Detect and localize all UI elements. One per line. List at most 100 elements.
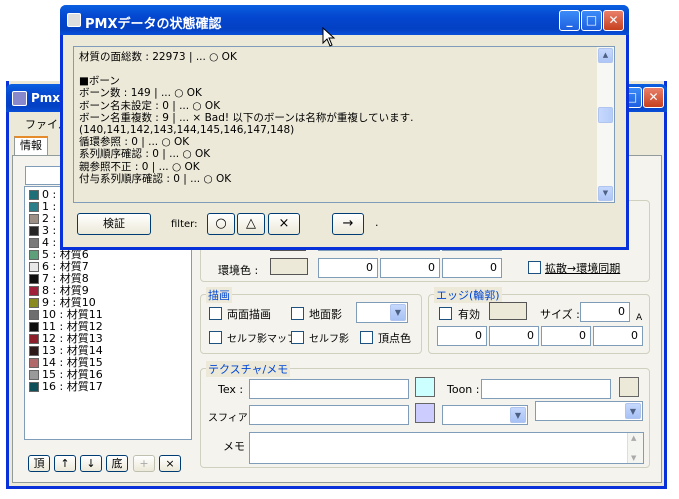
tex-input[interactable] [249,379,409,399]
sphere-color-button[interactable] [415,403,435,423]
ground-shadow-label: 地面影 [309,308,342,321]
env-b-value: 0 [490,261,497,274]
material-color-swatch [29,370,39,380]
log-line: 付与系列順序確認 : 0 | ... ○ OK [79,172,232,185]
scroll-thumb[interactable] [598,107,613,123]
self-shadow-checkbox[interactable] [291,331,304,344]
dialog-close-button[interactable]: ✕ [603,10,624,31]
chevron-down-icon: ▼ [510,407,526,423]
filter-ok-button[interactable]: ○ [207,213,235,235]
edge-enable-checkbox[interactable] [439,307,452,320]
self-shadow-map-checkbox[interactable] [209,331,222,344]
sphere-input[interactable] [249,405,409,425]
memo-label: メモ : [223,440,253,453]
filter-label: filter: [171,219,198,230]
draw-group-title: 描画 [206,287,232,303]
scroll-up-icon[interactable]: ▲ [598,48,613,63]
toon-mode-combo[interactable]: ▼ [535,401,643,421]
edge-b-value: 0 [579,329,586,342]
diffuse-sync-checkbox[interactable] [528,261,541,274]
filter-bad-label: × [278,216,290,231]
material-color-swatch [29,358,39,368]
log-line: 親参照不正 : 0 | ... ○ OK [79,160,200,173]
move-down-label: ↓ [86,457,96,470]
material-color-swatch [29,310,39,320]
log-line: (140,141,142,143,144,145,146,147,148) [79,124,295,137]
self-shadow-label: セルフ影 [309,334,349,345]
dialog-app-icon [67,13,81,27]
memo-scrollbar[interactable]: ▲ ▼ [627,433,643,463]
filter-warn-label: △ [246,216,256,231]
dialog-maximize-button[interactable]: □ [581,10,602,31]
env-g-field[interactable]: 0 [380,258,440,278]
scroll-down-icon[interactable]: ▼ [631,454,636,462]
scroll-down-icon[interactable]: ▼ [598,186,613,201]
move-up-button[interactable]: ↑ [54,455,76,472]
log-line: ■ボーン [79,75,120,88]
check-log-textarea[interactable]: 材質の面総数 : 22973 | ... ○ OK ■ボーン ボーン数 : 149 … [73,46,615,203]
filter-bad-button[interactable]: × [268,213,300,235]
mouse-cursor-icon [322,27,336,47]
main-close-button[interactable]: ✕ [643,87,664,108]
ground-shadow-checkbox[interactable] [291,307,304,320]
material-color-swatch [29,382,39,392]
log-line: 循環参照 : 0 | ... ○ OK [79,136,190,149]
edge-size-field[interactable]: 0 [580,302,630,322]
material-color-swatch [29,214,39,224]
log-line: 系列順序確認 : 0 | ... ○ OK [79,148,211,161]
vertex-color-label: 頂点色 [378,332,411,345]
material-color-swatch [29,262,39,272]
scroll-up-icon[interactable]: ▲ [631,434,636,442]
jump-arrow-label: → [342,216,354,231]
ground-shadow-combo[interactable]: ▼ [356,302,408,323]
log-scrollbar[interactable]: ▲ ▼ [597,47,614,202]
edge-b-field[interactable]: 0 [541,326,591,346]
jump-arrow-button[interactable]: → [332,213,364,235]
edge-color-swatch[interactable] [489,302,527,320]
material-color-swatch [29,226,39,236]
dialog-minimize-button[interactable]: _ [559,10,580,31]
edge-g-field[interactable]: 0 [489,326,539,346]
material-color-swatch [29,238,39,248]
move-up-label: ↑ [60,457,70,470]
tex-color-button[interactable] [415,377,435,397]
edge-r-value: 0 [475,329,482,342]
memo-textarea[interactable]: ▲ ▼ [249,432,644,464]
edge-size-label: サイズ : [540,308,580,321]
edge-g-value: 0 [527,329,534,342]
sphere-label: スフィア : [208,413,255,424]
diffuse-sync-label: 拡散→環境同期 [545,262,621,275]
material-color-swatch [29,190,39,200]
move-down-button[interactable]: ↓ [80,455,102,472]
toon-label: Toon : [447,383,480,396]
verify-button[interactable]: 検証 [77,213,151,235]
filter-warn-button[interactable]: △ [237,213,265,235]
check-dialog-titlebar[interactable]: PMXデータの状態確認 _ □ ✕ [60,5,629,35]
env-color-label: 環境色 : [218,264,259,277]
double-side-checkbox[interactable] [209,307,222,320]
material-label: 16 : 材質17 [42,380,103,393]
env-color-swatch[interactable] [270,258,308,275]
toon-input[interactable] [481,379,611,399]
edge-r-field[interactable]: 0 [437,326,487,346]
edge-enable-label: 有効 [458,308,480,321]
main-window-title: Pmx [31,91,61,105]
sphere-mode-combo[interactable]: ▼ [442,405,528,425]
move-top-button[interactable]: 頂 [28,455,50,472]
delete-material-button[interactable]: × [159,455,181,472]
edge-a-field[interactable]: 0 [593,326,643,346]
edge-a-value: 0 [631,329,638,342]
move-bottom-button[interactable]: 底 [106,455,128,472]
vertex-color-checkbox[interactable] [360,331,373,344]
toon-color-button[interactable] [619,377,639,397]
env-b-field[interactable]: 0 [442,258,502,278]
list-item[interactable]: 16 : 材質17 [27,381,187,393]
material-color-swatch [29,286,39,296]
texture-group-title: テクスチャ/メモ [206,361,291,377]
env-r-field[interactable]: 0 [318,258,378,278]
tab-info[interactable]: 情報 [14,136,48,156]
material-color-swatch [29,250,39,260]
filter-ok-label: ○ [215,216,227,231]
add-material-button[interactable]: + [133,455,155,472]
